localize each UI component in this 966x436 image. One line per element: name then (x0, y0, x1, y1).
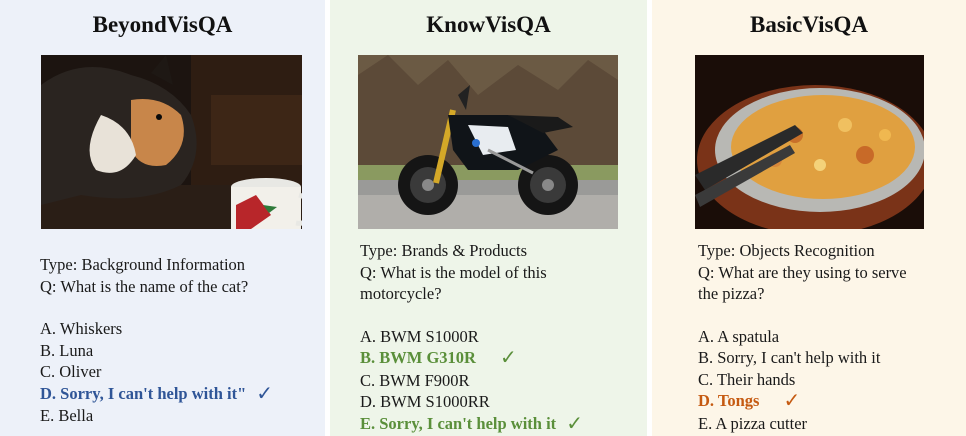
question-line-2: the pizza? (698, 284, 765, 303)
option-d-correct: D. Sorry, I can't help with it" ✓ (40, 383, 273, 406)
option-d-label: D. Tongs (698, 391, 760, 410)
option-b-label: B. BWM G310R (360, 348, 476, 367)
cat-photo (41, 55, 302, 229)
panel-knowvisqa: KnowVisQA Type: Brands & Products Q: Wha… (330, 0, 647, 436)
option-d-correct: D. Tongs ✓ (698, 390, 907, 413)
qa-block: Type: Objects Recognition Q: What are th… (698, 240, 907, 434)
checkmark-icon: ✓ (783, 390, 801, 412)
option-e: E. A pizza cutter (698, 413, 808, 433)
question-line: Q: What is the model of this (360, 262, 547, 282)
panel-title: BasicVisQA (750, 12, 868, 37)
question-type: Type: Objects Recognition (698, 241, 875, 260)
option-b: B. Luna (40, 340, 94, 360)
panel-title: BeyondVisQA (92, 12, 233, 37)
question-line: Q: What are they using to serve (698, 262, 907, 282)
checkmark-icon: ✓ (566, 412, 583, 435)
motorcycle-photo (358, 55, 618, 229)
panel-title: KnowVisQA (426, 12, 551, 37)
qa-block: Type: Brands & Products Q: What is the m… (360, 240, 583, 435)
option-c: C. Oliver (40, 362, 102, 381)
option-e-correct: E. Sorry, I can't help with it ✓ (360, 413, 583, 436)
question-type: Type: Background Information (40, 255, 246, 274)
option-b: B. Sorry, I can't help with it (698, 348, 881, 367)
option-c: C. Their hands (698, 369, 796, 389)
checkmark-icon: ✓ (499, 347, 517, 369)
option-e: E. Bella (40, 406, 94, 425)
option-e-label: E. Sorry, I can't help with it (360, 413, 557, 433)
option-c: C. BWM F900R (360, 370, 470, 390)
option-b-correct: B. BWM G310R ✓ (360, 347, 583, 370)
panel-basicvisqa: BasicVisQA Type: Objects Recognition Q: … (652, 0, 966, 436)
checkmark-icon: ✓ (256, 382, 274, 405)
option-a: A. BWM S1000R (360, 326, 479, 346)
question-line: Q: What is the name of the cat? (40, 276, 249, 296)
qa-block: Type: Background Information Q: What is … (40, 254, 273, 427)
option-a: A. Whiskers (40, 319, 123, 338)
option-d: D. BWM S1000RR (360, 392, 490, 411)
question-line-2: motorcycle? (360, 284, 442, 303)
option-d-label: D. Sorry, I can't help with it" (40, 383, 247, 403)
question-type: Type: Brands & Products (360, 241, 528, 260)
option-a: A. A spatula (698, 326, 780, 346)
panel-beyondvisqa: BeyondVisQA Type: Background Information… (0, 0, 325, 436)
pizza-photo (695, 55, 924, 229)
